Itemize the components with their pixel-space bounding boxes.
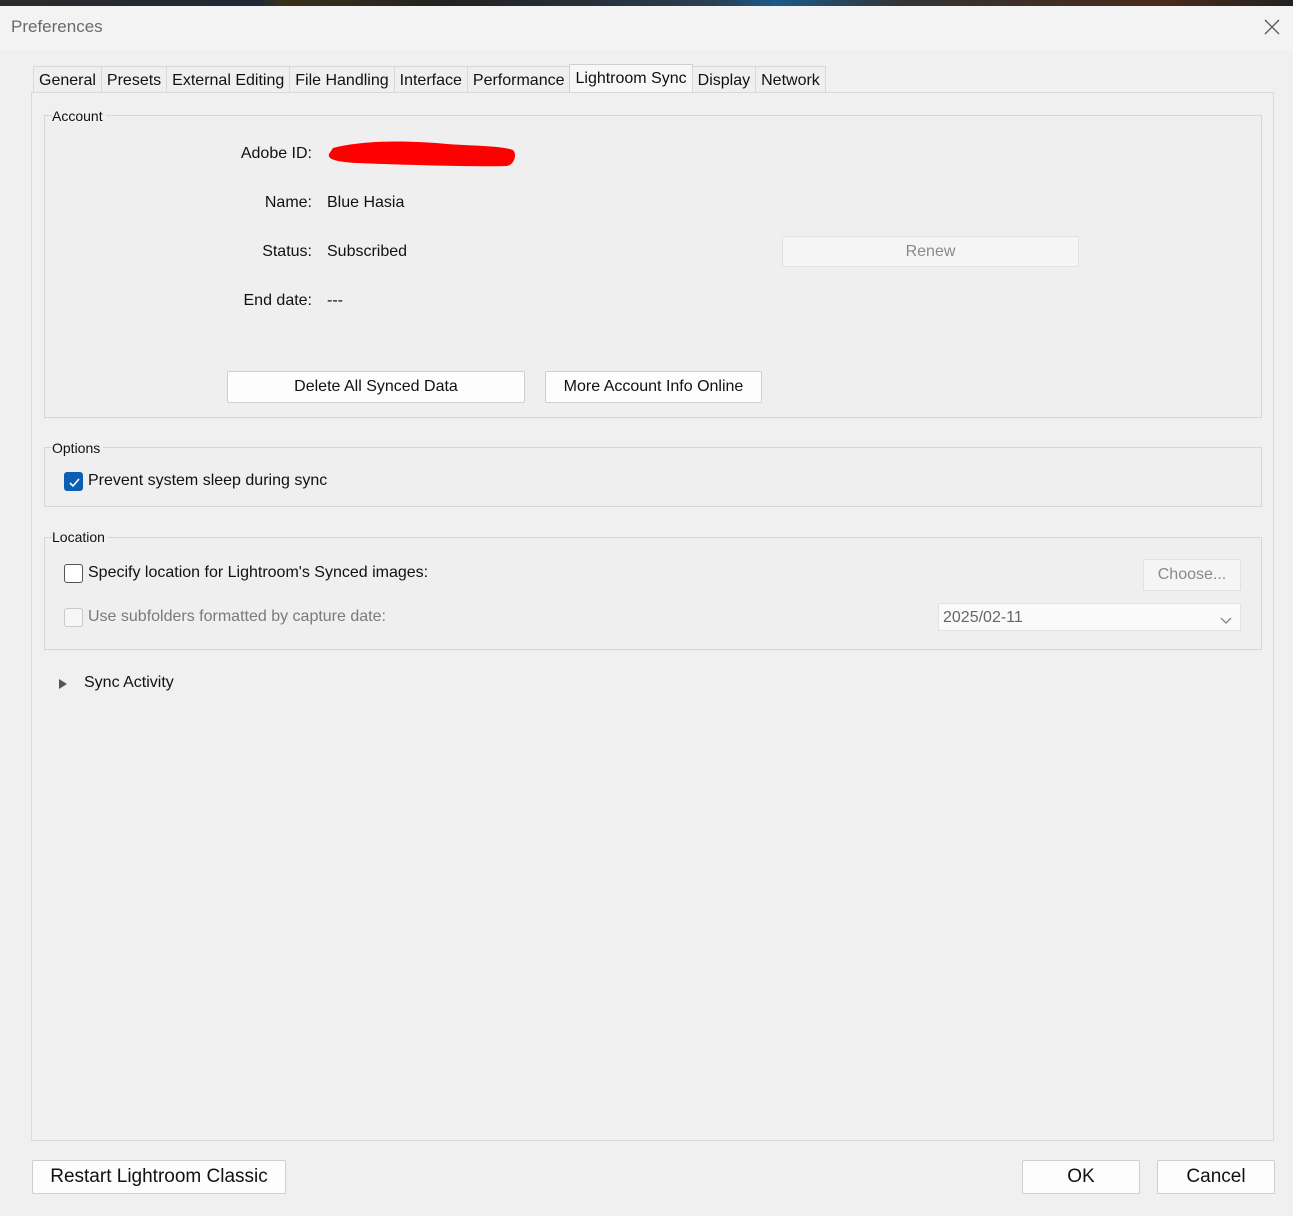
name-value: Blue Hasia xyxy=(327,194,405,211)
subfolders-checkbox[interactable] xyxy=(64,608,83,627)
specify-location-checkbox[interactable] xyxy=(64,564,83,583)
prevent-sleep-label[interactable]: Prevent system sleep during sync xyxy=(88,472,327,490)
tab-interface[interactable]: Interface xyxy=(393,66,468,93)
redaction-mark xyxy=(328,141,515,167)
adobe-id-label: Adobe ID: xyxy=(240,145,312,162)
status-label: Status: xyxy=(262,243,312,260)
delete-all-synced-data-button[interactable]: Delete All Synced Data xyxy=(227,371,525,403)
chevron-down-icon xyxy=(1220,612,1232,630)
end-date-value: --- xyxy=(327,292,343,309)
name-label: Name: xyxy=(264,194,312,211)
status-value: Subscribed xyxy=(327,243,408,260)
ok-button[interactable]: OK xyxy=(1022,1160,1140,1194)
tab-external-editing[interactable]: External Editing xyxy=(166,66,291,93)
tab-performance[interactable]: Performance xyxy=(466,66,571,93)
disclosure-triangle-icon xyxy=(58,677,68,695)
tab-general[interactable]: General xyxy=(33,66,102,93)
close-icon[interactable] xyxy=(1257,12,1287,42)
choose-button[interactable]: Choose... xyxy=(1143,559,1241,591)
location-group xyxy=(44,537,1262,650)
subfolders-label[interactable]: Use subfolders formatted by capture date… xyxy=(88,608,386,626)
more-account-info-button[interactable]: More Account Info Online xyxy=(545,371,762,403)
renew-button[interactable]: Renew xyxy=(782,236,1079,267)
date-format-select[interactable]: 2025/02-11 xyxy=(938,603,1241,631)
date-format-value: 2025/02-11 xyxy=(943,609,1023,626)
tab-network[interactable]: Network xyxy=(755,66,826,93)
prevent-sleep-checkbox[interactable] xyxy=(64,472,83,491)
sync-activity-label: Sync Activity xyxy=(84,674,174,691)
tab-lightroom-sync[interactable]: Lightroom Sync xyxy=(569,64,693,93)
window-title: Preferences xyxy=(11,17,103,36)
tab-presets[interactable]: Presets xyxy=(100,66,168,93)
specify-location-label[interactable]: Specify location for Lightroom's Synced … xyxy=(88,564,428,582)
options-group-label: Options xyxy=(52,440,104,456)
cancel-button[interactable]: Cancel xyxy=(1157,1160,1275,1194)
account-group-label: Account xyxy=(52,108,106,124)
end-date-label: End date: xyxy=(243,292,313,309)
title-bar: Preferences xyxy=(0,6,1293,50)
restart-lightroom-button[interactable]: Restart Lightroom Classic xyxy=(32,1160,286,1194)
tab-file-handling[interactable]: File Handling xyxy=(289,66,395,93)
location-group-label: Location xyxy=(52,529,108,545)
tab-bar: General Presets External Editing File Ha… xyxy=(33,64,826,93)
tab-display[interactable]: Display xyxy=(691,66,757,93)
